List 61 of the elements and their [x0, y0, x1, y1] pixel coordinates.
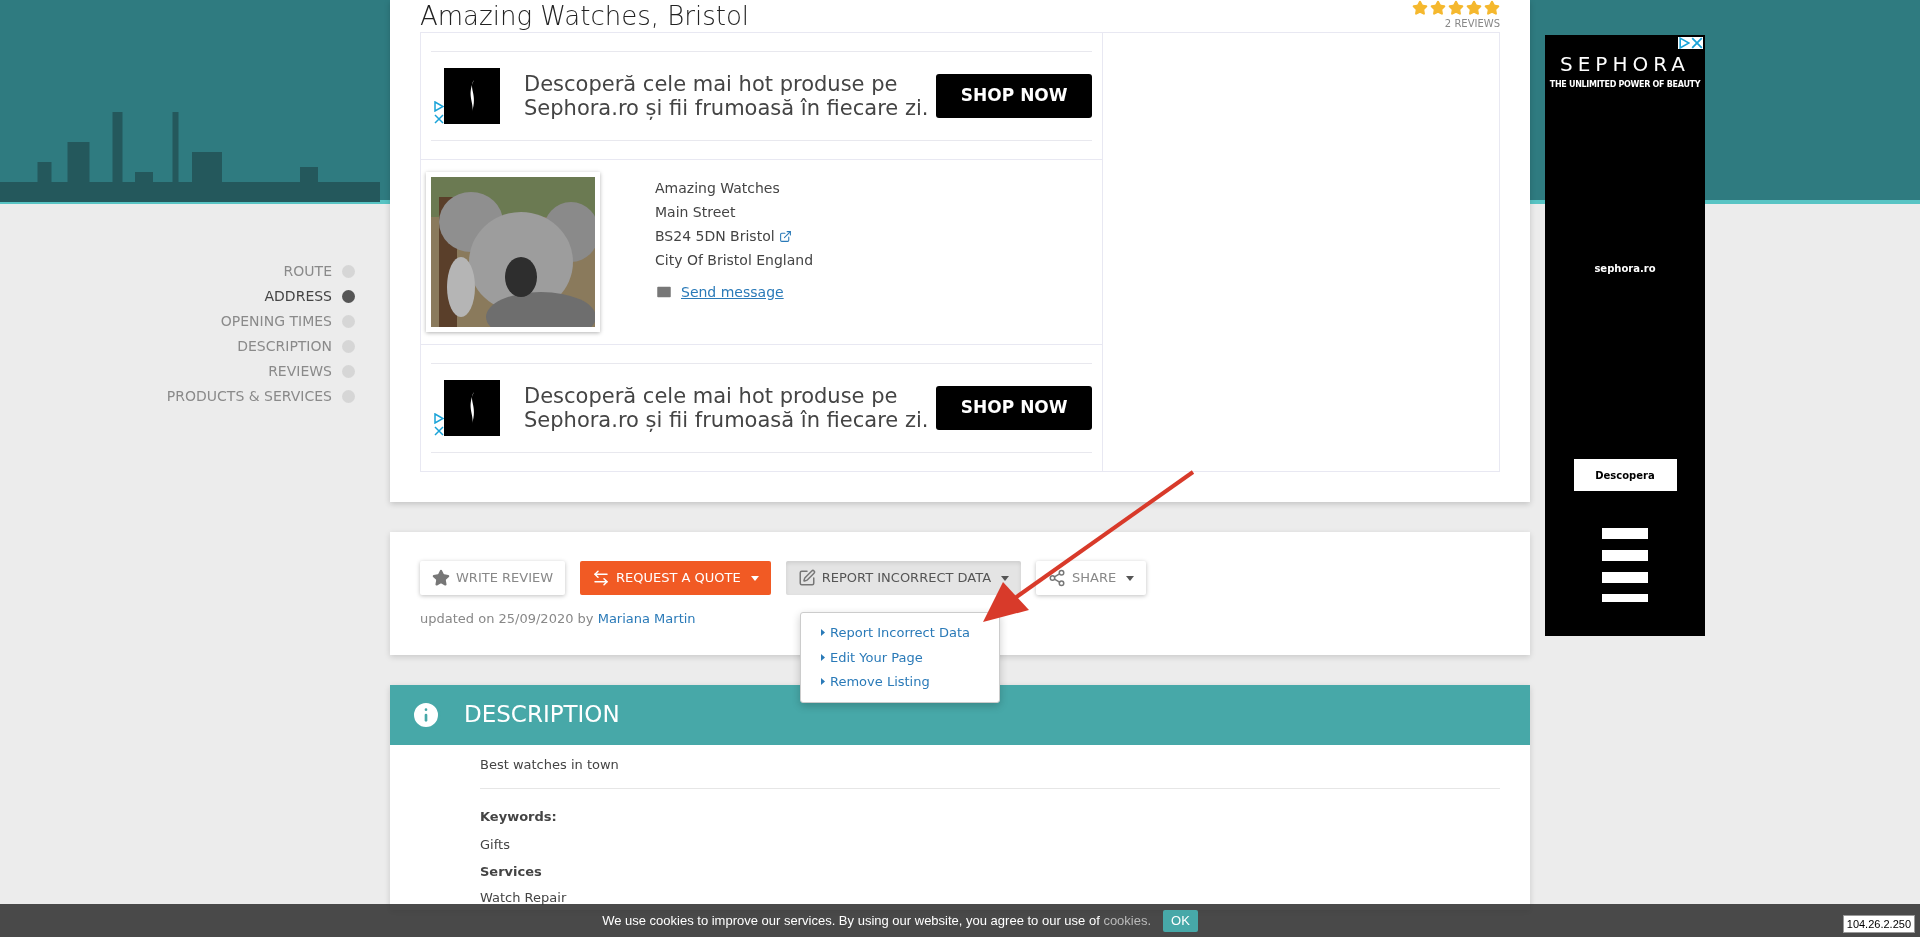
star-icon: [1412, 0, 1428, 16]
cookies-link[interactable]: cookies.: [1103, 912, 1152, 928]
address-line: City Of Bristol England: [655, 251, 814, 270]
close-icon[interactable]: [433, 114, 444, 124]
address-line: Amazing Watches: [655, 179, 780, 198]
shop-now-button[interactable]: SHOP NOW: [936, 386, 1092, 430]
shop-now-button[interactable]: SHOP NOW: [936, 74, 1092, 118]
star-icon: [1448, 0, 1464, 16]
ad-brand: SEPHORA: [1560, 51, 1690, 78]
side-ad[interactable]: SEPHORA THE UNLIMITED POWER OF BEAUTY sephora.ro Descopera: [1545, 35, 1705, 636]
ad-headline[interactable]: Descoperă cele mai hot produse pe Sephora.ro și fii frumoasă în fiecare zi.: [524, 72, 937, 120]
review-count: 2 REVIEWS: [1444, 17, 1500, 31]
stripes-icon: [1602, 528, 1648, 602]
nav-item[interactable]: REVIEWS: [268, 362, 355, 381]
nav-item[interactable]: DESCRIPTION: [237, 337, 355, 356]
star-icon: [1484, 0, 1500, 16]
keywords-label: Keywords:: [480, 808, 557, 826]
action-button[interactable]: REQUEST A QUOTE: [580, 561, 771, 595]
adchoices-icon[interactable]: [433, 101, 444, 112]
nav-item[interactable]: PRODUCTS & SERVICES: [166, 387, 355, 406]
author-link[interactable]: Mariana Martin: [597, 611, 696, 626]
star-icon: [1466, 0, 1482, 16]
descopera-button[interactable]: Descopera: [1573, 459, 1677, 491]
star-icon: [432, 569, 450, 587]
ad-headline[interactable]: Descoperă cele mai hot produse pe Sephora.ro și fii frumoasă în fiecare zi.: [524, 384, 937, 432]
mail-icon: [655, 283, 673, 301]
adchoices-icon[interactable]: [433, 413, 444, 424]
nav-item[interactable]: ADDRESS: [264, 287, 355, 306]
close-icon[interactable]: [433, 426, 444, 436]
edit-icon: [797, 569, 816, 587]
caret-icon: [821, 678, 825, 686]
listing-title: Amazing Watches, Bristol: [420, 0, 750, 32]
updated-text: updated on 25/09/2020 by: [420, 611, 594, 626]
menu-item[interactable]: Report Incorrect Data: [821, 623, 979, 643]
share-icon: [1048, 569, 1067, 587]
arrows-icon: [592, 569, 611, 587]
services-text: Watch Repair: [480, 889, 567, 907]
caret-icon: [821, 629, 825, 637]
services-label: Services: [480, 863, 542, 881]
star-icon: [1430, 0, 1446, 16]
section-heading: DESCRIPTION: [464, 700, 620, 730]
menu-item[interactable]: Edit Your Page: [821, 647, 979, 667]
external-link-icon[interactable]: [778, 229, 792, 243]
menu-item[interactable]: Remove Listing: [821, 672, 979, 692]
keywords-text: Gifts: [480, 836, 510, 854]
nav-item[interactable]: ROUTE: [283, 262, 355, 281]
action-button[interactable]: WRITE REVIEW: [420, 561, 566, 595]
description-text: Best watches in town: [480, 755, 619, 774]
address-line: BS24 5DN Bristol: [655, 227, 775, 246]
ok-button[interactable]: OK: [1163, 909, 1198, 932]
adchoices-icon[interactable]: [1678, 37, 1690, 49]
nav-item[interactable]: OPENING TIMES: [220, 312, 355, 331]
address-line: Main Street: [655, 203, 736, 222]
ad-domain: sephora.ro: [1594, 262, 1656, 276]
action-button[interactable]: REPORT INCORRECT DATA: [785, 561, 1022, 595]
cookie-text: We use cookies to improve our services. By using our website, you agree to our use of: [602, 912, 1100, 928]
close-icon[interactable]: [1691, 37, 1703, 49]
ad-tagline: THE UNLIMITED POWER OF BEAUTY: [1549, 79, 1701, 91]
send-message-link[interactable]: Send message: [681, 280, 784, 304]
caret-icon: [821, 653, 825, 661]
action-button[interactable]: SHARE: [1036, 561, 1147, 595]
